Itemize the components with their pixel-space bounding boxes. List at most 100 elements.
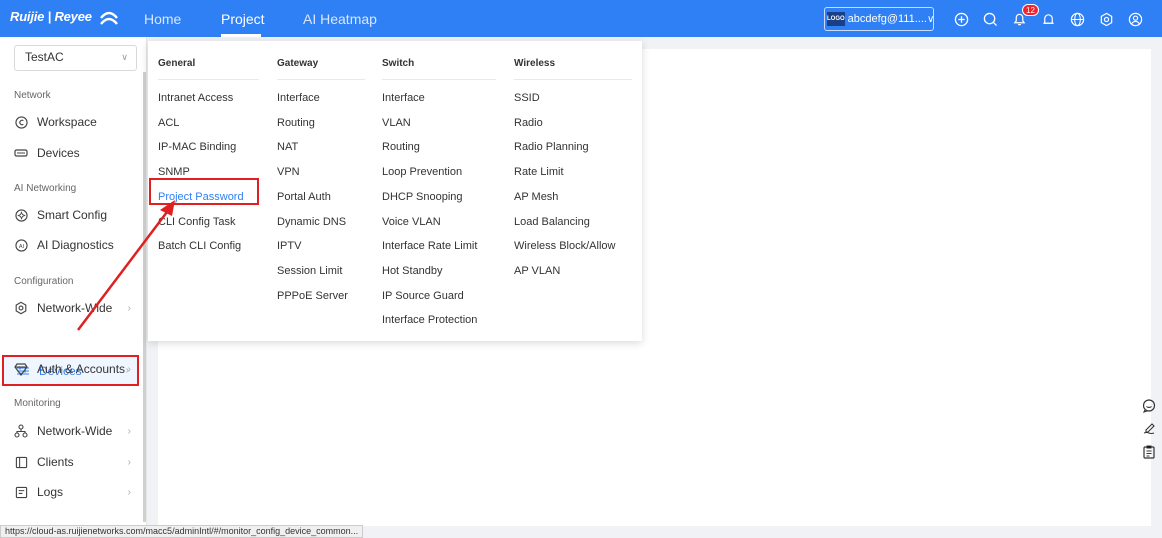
nav-home[interactable]: Home [144, 11, 181, 27]
highlight-box-project-password [149, 178, 259, 205]
globe-icon[interactable] [1068, 10, 1086, 28]
menu-item-gateway-iptv[interactable]: IPTV [277, 240, 301, 252]
alert-icon[interactable] [1039, 10, 1057, 28]
add-icon[interactable] [952, 10, 970, 28]
menu-item-gateway-pppoe-server[interactable]: PPPoE Server [277, 290, 348, 302]
logo-mark-icon [100, 11, 119, 25]
topology-icon [14, 424, 28, 438]
smart-config-icon [14, 208, 28, 222]
chevron-right-icon: › [127, 456, 131, 468]
menu-item-general-ip-mac-binding[interactable]: IP-MAC Binding [158, 141, 236, 153]
sidebar-item-label: Logs [37, 485, 64, 499]
menu-item-switch-interface[interactable]: Interface [382, 92, 425, 104]
sidebar-item-label: Auth & Accounts [37, 362, 126, 376]
top-navigation-bar: Ruijie | Reyee Home Project AI Heatmap L… [0, 0, 1162, 37]
brand-logo-text: Ruijie | Reyee [10, 9, 92, 24]
copyright-circle-icon [14, 115, 28, 129]
group-title-monitoring: Monitoring [14, 398, 61, 409]
menu-column-title-gateway: Gateway [277, 58, 319, 69]
account-selector[interactable]: LOGO abcdefg@111.... ∨ [824, 7, 934, 31]
menu-item-gateway-portal-auth[interactable]: Portal Auth [277, 191, 331, 203]
svg-text:AI: AI [18, 243, 24, 249]
menu-item-gateway-session-limit[interactable]: Session Limit [277, 265, 342, 277]
menu-item-wireless-rate-limit[interactable]: Rate Limit [514, 166, 564, 178]
chevron-right-icon: › [127, 486, 131, 498]
sidebar-item-label: Clients [37, 455, 74, 469]
menu-item-switch-vlan[interactable]: VLAN [382, 117, 411, 129]
menu-item-switch-loop-prevention[interactable]: Loop Prevention [382, 166, 462, 178]
sidebar-item-network-wide-config[interactable]: Network-Wide › [2, 294, 139, 322]
browser-status-url: https://cloud-as.ruijienetworks.com/macc… [0, 525, 364, 538]
nav-project[interactable]: Project [221, 11, 265, 27]
menu-column-title-switch: Switch [382, 58, 415, 69]
sidebar-item-network-wide-monitor[interactable]: Network-Wide › [2, 417, 139, 445]
feedback-edit-icon[interactable] [1141, 421, 1157, 437]
chevron-right-icon: › [127, 425, 131, 437]
sidebar-scrollbar[interactable] [143, 72, 146, 522]
chevron-right-icon: › [127, 363, 131, 375]
menu-item-general-cli-config-task[interactable]: CLI Config Task [158, 216, 235, 228]
sidebar: TestAC ∨ Network Workspace Devices AI Ne… [0, 37, 147, 538]
menu-divider [382, 79, 496, 80]
menu-item-general-acl[interactable]: ACL [158, 117, 179, 129]
menu-item-switch-dhcp-snooping[interactable]: DHCP Snooping [382, 191, 463, 203]
search-icon[interactable] [981, 10, 999, 28]
clients-icon [14, 455, 28, 469]
menu-item-gateway-vpn[interactable]: VPN [277, 166, 300, 178]
menu-column-title-general: General [158, 58, 196, 69]
menu-item-switch-interface-protection[interactable]: Interface Protection [382, 314, 477, 326]
sidebar-item-auth-accounts[interactable]: Auth & Accounts › [2, 355, 139, 383]
user-icon[interactable] [1126, 10, 1144, 28]
sidebar-item-label: Workspace [37, 115, 97, 129]
menu-item-gateway-routing[interactable]: Routing [277, 117, 315, 129]
nav-ai-heatmap[interactable]: AI Heatmap [303, 11, 377, 27]
chat-icon[interactable] [1141, 398, 1157, 414]
group-title-configuration: Configuration [14, 276, 74, 287]
sidebar-item-devices-network[interactable]: Devices [2, 139, 139, 167]
menu-item-switch-ip-source-guard[interactable]: IP Source Guard [382, 290, 464, 302]
menu-item-wireless-ap-vlan[interactable]: AP VLAN [514, 265, 560, 277]
menu-item-wireless-ssid[interactable]: SSID [514, 92, 540, 104]
group-title-ai: AI Networking [14, 183, 77, 194]
sidebar-item-label: Network-Wide [37, 301, 113, 315]
chevron-down-icon: ∨ [926, 13, 935, 25]
clipboard-icon[interactable] [1141, 444, 1157, 460]
menu-item-general-batch-cli-config[interactable]: Batch CLI Config [158, 240, 241, 252]
menu-divider [514, 79, 632, 80]
menu-item-wireless-load-balancing[interactable]: Load Balancing [514, 216, 590, 228]
account-logo-badge: LOGO [827, 12, 845, 26]
sidebar-item-label: Smart Config [37, 208, 108, 222]
sidebar-item-logs[interactable]: Logs › [2, 478, 139, 506]
menu-item-general-intranet-access[interactable]: Intranet Access [158, 92, 233, 104]
menu-item-switch-voice-vlan[interactable]: Voice VLAN [382, 216, 441, 228]
settings-icon[interactable] [1097, 10, 1115, 28]
menu-item-wireless-radio-planning[interactable]: Radio Planning [514, 141, 589, 153]
menu-item-wireless-wireless-block-allow[interactable]: Wireless Block/Allow [514, 240, 615, 252]
router-icon [14, 146, 28, 160]
chevron-down-icon: ∨ [121, 52, 128, 62]
menu-item-gateway-nat[interactable]: NAT [277, 141, 298, 153]
project-selector[interactable]: TestAC ∨ [14, 45, 137, 71]
sidebar-item-smart-config[interactable]: Smart Config [2, 201, 139, 229]
sidebar-item-label: AI Diagnostics [37, 238, 114, 252]
menu-item-switch-interface-rate-limit[interactable]: Interface Rate Limit [382, 240, 477, 252]
menu-item-general-snmp[interactable]: SNMP [158, 166, 190, 178]
menu-item-switch-hot-standby[interactable]: Hot Standby [382, 265, 443, 277]
sidebar-item-label: Network-Wide [37, 424, 113, 438]
menu-item-wireless-radio[interactable]: Radio [514, 117, 543, 129]
brand-logo[interactable]: Ruijie | Reyee [10, 9, 120, 26]
menu-item-gateway-interface[interactable]: Interface [277, 92, 320, 104]
shield-heart-icon [14, 362, 28, 376]
menu-item-wireless-ap-mesh[interactable]: AP Mesh [514, 191, 558, 203]
sidebar-item-ai-diagnostics[interactable]: AI AI Diagnostics [2, 231, 139, 259]
sidebar-item-clients[interactable]: Clients › [2, 448, 139, 476]
menu-item-gateway-dynamic-dns[interactable]: Dynamic DNS [277, 216, 346, 228]
menu-item-switch-routing[interactable]: Routing [382, 141, 420, 153]
nav-active-indicator [221, 34, 261, 37]
logs-icon [14, 485, 28, 499]
gear-icon [14, 301, 28, 315]
sidebar-item-workspace[interactable]: Workspace [2, 108, 139, 136]
menu-column-title-wireless: Wireless [514, 58, 556, 69]
project-selector-value: TestAC [25, 50, 64, 64]
group-title-network: Network [14, 90, 51, 101]
